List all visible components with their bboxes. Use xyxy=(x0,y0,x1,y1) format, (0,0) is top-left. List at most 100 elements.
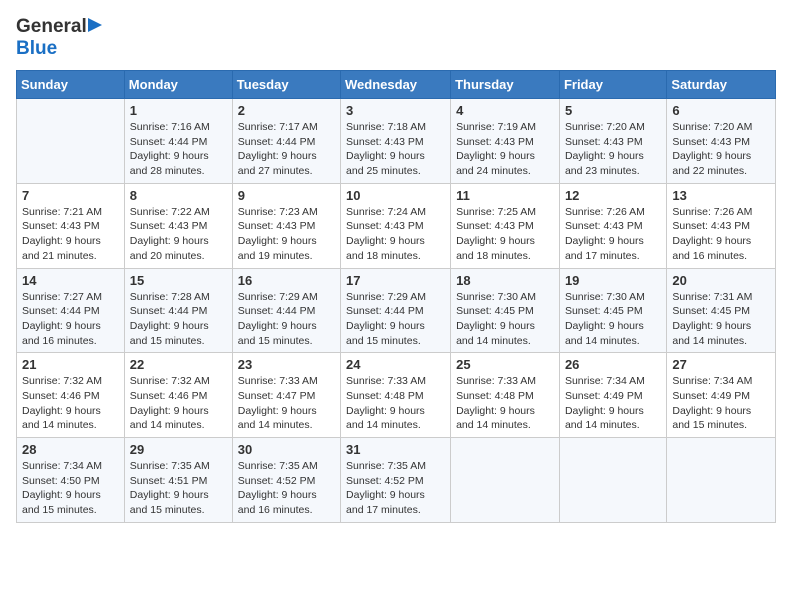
calendar-cell: 25Sunrise: 7:33 AMSunset: 4:48 PMDayligh… xyxy=(451,353,560,438)
calendar-cell: 24 Sunrise: 7:33 AMSunset: 4:48 PMDayligh… xyxy=(341,353,451,438)
day-number: 31 xyxy=(346,442,445,457)
day-number: 22 xyxy=(130,357,227,372)
col-header-sunday: Sunday xyxy=(17,71,125,99)
calendar-cell xyxy=(17,99,125,184)
day-number: 27 xyxy=(672,357,770,372)
day-number: 7 xyxy=(22,188,119,203)
cell-content: Sunrise: 7:18 AMSunset: 4:43 PMDaylight:… xyxy=(346,120,445,179)
cell-content: Sunrise: 7:25 AMSunset: 4:43 PMDaylight:… xyxy=(456,205,554,264)
day-number: 28 xyxy=(22,442,119,457)
cell-content: Sunrise: 7:31 AMSunset: 4:45 PMDaylight:… xyxy=(672,290,770,349)
logo-blue-text: Blue xyxy=(16,38,57,59)
col-header-tuesday: Tuesday xyxy=(232,71,340,99)
cell-content: Sunrise: 7:23 AMSunset: 4:43 PMDaylight:… xyxy=(238,205,335,264)
cell-content: Sunrise: 7:33 AMSunset: 4:48 PMDaylight:… xyxy=(456,374,554,433)
day-number: 16 xyxy=(238,273,335,288)
calendar-cell: 4Sunrise: 7:19 AMSunset: 4:43 PMDaylight… xyxy=(451,99,560,184)
calendar-cell: 14 Sunrise: 7:27 AMSunset: 4:44 PMDayligh… xyxy=(17,268,125,353)
calendar-week-5: 28 Sunrise: 7:34 AMSunset: 4:50 PMDayligh… xyxy=(17,438,776,523)
day-number: 2 xyxy=(238,103,335,118)
cell-content: Sunrise: 7:19 AMSunset: 4:43 PMDaylight:… xyxy=(456,120,554,179)
day-number: 18 xyxy=(456,273,554,288)
day-number: 24 xyxy=(346,357,445,372)
cell-content: Sunrise: 7:33 AMSunset: 4:48 PMDaylight:… xyxy=(346,374,445,433)
calendar-cell: 30 Sunrise: 7:35 AMSunset: 4:52 PMDayligh… xyxy=(232,438,340,523)
day-number: 9 xyxy=(238,188,335,203)
cell-content: Sunrise: 7:27 AMSunset: 4:44 PMDaylight:… xyxy=(22,290,119,349)
cell-content: Sunrise: 7:26 AMSunset: 4:43 PMDaylight:… xyxy=(672,205,770,264)
calendar-cell: 3 Sunrise: 7:18 AMSunset: 4:43 PMDaylight… xyxy=(341,99,451,184)
calendar-cell: 8Sunrise: 7:22 AMSunset: 4:43 PMDaylight… xyxy=(124,183,232,268)
calendar-cell: 12Sunrise: 7:26 AMSunset: 4:43 PMDayligh… xyxy=(559,183,666,268)
calendar-week-4: 21 Sunrise: 7:32 AMSunset: 4:46 PMDayligh… xyxy=(17,353,776,438)
calendar-cell xyxy=(559,438,666,523)
day-number: 13 xyxy=(672,188,770,203)
cell-content: Sunrise: 7:20 AMSunset: 4:43 PMDaylight:… xyxy=(565,120,661,179)
calendar-cell: 11Sunrise: 7:25 AMSunset: 4:43 PMDayligh… xyxy=(451,183,560,268)
calendar-cell: 2 Sunrise: 7:17 AMSunset: 4:44 PMDaylight… xyxy=(232,99,340,184)
calendar-cell: 15 Sunrise: 7:28 AMSunset: 4:44 PMDayligh… xyxy=(124,268,232,353)
cell-content: Sunrise: 7:16 AMSunset: 4:44 PMDaylight:… xyxy=(130,120,227,179)
day-number: 30 xyxy=(238,442,335,457)
calendar-table: SundayMondayTuesdayWednesdayThursdayFrid… xyxy=(16,70,776,523)
day-number: 14 xyxy=(22,273,119,288)
cell-content: Sunrise: 7:24 AMSunset: 4:43 PMDaylight:… xyxy=(346,205,445,264)
logo: General Blue xyxy=(16,16,102,60)
cell-content: Sunrise: 7:32 AMSunset: 4:46 PMDaylight:… xyxy=(130,374,227,433)
cell-content: Sunrise: 7:17 AMSunset: 4:44 PMDaylight:… xyxy=(238,120,335,179)
calendar-cell: 13 Sunrise: 7:26 AMSunset: 4:43 PMDayligh… xyxy=(667,183,776,268)
cell-content: Sunrise: 7:29 AMSunset: 4:44 PMDaylight:… xyxy=(346,290,445,349)
calendar-cell: 6Sunrise: 7:20 AMSunset: 4:43 PMDaylight… xyxy=(667,99,776,184)
day-number: 21 xyxy=(22,357,119,372)
calendar-cell: 27 Sunrise: 7:34 AMSunset: 4:49 PMDayligh… xyxy=(667,353,776,438)
cell-content: Sunrise: 7:34 AMSunset: 4:50 PMDaylight:… xyxy=(22,459,119,518)
calendar-cell: 23Sunrise: 7:33 AMSunset: 4:47 PMDayligh… xyxy=(232,353,340,438)
calendar-cell: 19Sunrise: 7:30 AMSunset: 4:45 PMDayligh… xyxy=(559,268,666,353)
calendar-cell: 5 Sunrise: 7:20 AMSunset: 4:43 PMDaylight… xyxy=(559,99,666,184)
calendar-cell: 18 Sunrise: 7:30 AMSunset: 4:45 PMDayligh… xyxy=(451,268,560,353)
col-header-wednesday: Wednesday xyxy=(341,71,451,99)
cell-content: Sunrise: 7:35 AMSunset: 4:51 PMDaylight:… xyxy=(130,459,227,518)
cell-content: Sunrise: 7:32 AMSunset: 4:46 PMDaylight:… xyxy=(22,374,119,433)
calendar-cell: 26 Sunrise: 7:34 AMSunset: 4:49 PMDayligh… xyxy=(559,353,666,438)
day-number: 3 xyxy=(346,103,445,118)
cell-content: Sunrise: 7:34 AMSunset: 4:49 PMDaylight:… xyxy=(565,374,661,433)
day-number: 17 xyxy=(346,273,445,288)
calendar-week-2: 7 Sunrise: 7:21 AMSunset: 4:43 PMDaylight… xyxy=(17,183,776,268)
calendar-cell: 22 Sunrise: 7:32 AMSunset: 4:46 PMDayligh… xyxy=(124,353,232,438)
calendar-cell: 28 Sunrise: 7:34 AMSunset: 4:50 PMDayligh… xyxy=(17,438,125,523)
day-number: 5 xyxy=(565,103,661,118)
calendar-cell: 21 Sunrise: 7:32 AMSunset: 4:46 PMDayligh… xyxy=(17,353,125,438)
cell-content: Sunrise: 7:30 AMSunset: 4:45 PMDaylight:… xyxy=(456,290,554,349)
day-number: 26 xyxy=(565,357,661,372)
cell-content: Sunrise: 7:30 AMSunset: 4:45 PMDaylight:… xyxy=(565,290,661,349)
calendar-cell: 17 Sunrise: 7:29 AMSunset: 4:44 PMDayligh… xyxy=(341,268,451,353)
page-header: General Blue xyxy=(16,16,776,60)
cell-content: Sunrise: 7:28 AMSunset: 4:44 PMDaylight:… xyxy=(130,290,227,349)
calendar-cell: 7 Sunrise: 7:21 AMSunset: 4:43 PMDaylight… xyxy=(17,183,125,268)
cell-content: Sunrise: 7:35 AMSunset: 4:52 PMDaylight:… xyxy=(346,459,445,518)
day-number: 23 xyxy=(238,357,335,372)
calendar-cell: 10 Sunrise: 7:24 AMSunset: 4:43 PMDayligh… xyxy=(341,183,451,268)
calendar-cell: 9 Sunrise: 7:23 AMSunset: 4:43 PMDaylight… xyxy=(232,183,340,268)
day-number: 20 xyxy=(672,273,770,288)
cell-content: Sunrise: 7:21 AMSunset: 4:43 PMDaylight:… xyxy=(22,205,119,264)
calendar-header-row: SundayMondayTuesdayWednesdayThursdayFrid… xyxy=(17,71,776,99)
day-number: 15 xyxy=(130,273,227,288)
day-number: 10 xyxy=(346,188,445,203)
cell-content: Sunrise: 7:35 AMSunset: 4:52 PMDaylight:… xyxy=(238,459,335,518)
day-number: 12 xyxy=(565,188,661,203)
day-number: 1 xyxy=(130,103,227,118)
calendar-week-1: 1 Sunrise: 7:16 AMSunset: 4:44 PMDaylight… xyxy=(17,99,776,184)
calendar-week-3: 14 Sunrise: 7:27 AMSunset: 4:44 PMDayligh… xyxy=(17,268,776,353)
day-number: 29 xyxy=(130,442,227,457)
calendar-cell xyxy=(667,438,776,523)
calendar-cell: 20 Sunrise: 7:31 AMSunset: 4:45 PMDayligh… xyxy=(667,268,776,353)
calendar-cell: 29 Sunrise: 7:35 AMSunset: 4:51 PMDayligh… xyxy=(124,438,232,523)
col-header-friday: Friday xyxy=(559,71,666,99)
day-number: 6 xyxy=(672,103,770,118)
logo-general-text: General xyxy=(16,16,87,37)
cell-content: Sunrise: 7:34 AMSunset: 4:49 PMDaylight:… xyxy=(672,374,770,433)
day-number: 8 xyxy=(130,188,227,203)
cell-content: Sunrise: 7:29 AMSunset: 4:44 PMDaylight:… xyxy=(238,290,335,349)
